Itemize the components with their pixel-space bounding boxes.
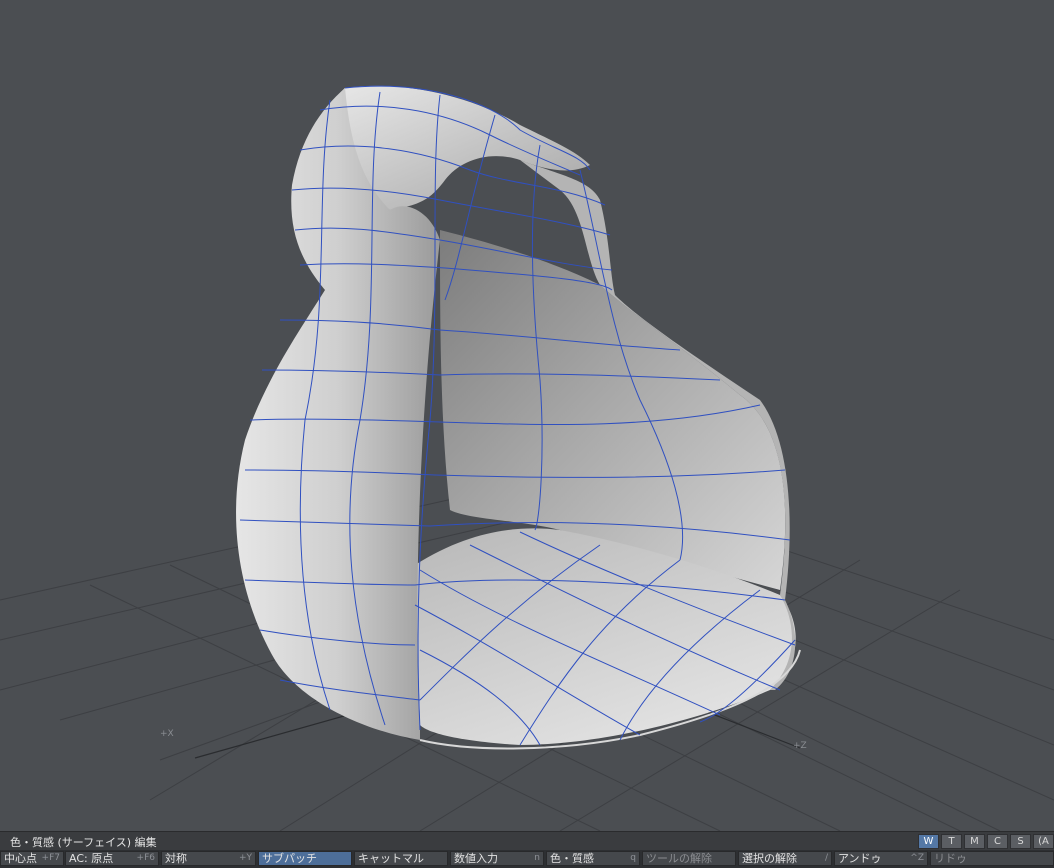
shortcut-label: +F6 xyxy=(136,853,155,863)
button-label: AC: 原点 xyxy=(69,852,114,865)
view-mode-buttons: W T M C S (A xyxy=(918,834,1054,849)
subpatch-button[interactable]: サブパッチ xyxy=(258,851,352,866)
drop-tool-button[interactable]: ツールの解除 xyxy=(642,851,736,866)
status-bar: 色・質感 (サーフェイス) 編集 W T M C S (A xyxy=(0,831,1054,850)
button-label: 選択の解除 xyxy=(742,852,797,865)
button-label: リドゥ xyxy=(934,852,967,865)
bottom-toolbar: 中心点 +F7 AC: 原点 +F6 対称 +Y サブパッチ キャットマル 数値… xyxy=(0,850,1054,868)
axis-label-z: +Z xyxy=(793,741,807,751)
mode-button-a[interactable]: (A xyxy=(1033,834,1054,849)
button-label: ツールの解除 xyxy=(646,852,712,865)
shortcut-label: +F7 xyxy=(41,853,60,863)
center-point-button[interactable]: 中心点 +F7 xyxy=(0,851,64,866)
symmetry-button[interactable]: 対称 +Y xyxy=(161,851,256,866)
shortcut-label: n xyxy=(534,853,540,863)
status-message: 色・質感 (サーフェイス) 編集 xyxy=(10,836,157,849)
button-label: キャットマル xyxy=(358,852,424,865)
viewport-canvas[interactable]: +X +Z xyxy=(0,0,1054,831)
chair-model[interactable] xyxy=(236,85,801,750)
shortcut-label: / xyxy=(824,853,828,863)
shortcut-label: q xyxy=(630,853,636,863)
shortcut-label: +Y xyxy=(238,853,252,863)
mode-button-m[interactable]: M xyxy=(964,834,985,849)
button-label: 数値入力 xyxy=(454,852,498,865)
catmull-button[interactable]: キャットマル xyxy=(354,851,448,866)
mode-button-t[interactable]: T xyxy=(941,834,962,849)
button-label: 色・質感 xyxy=(550,852,594,865)
3d-viewport[interactable]: +X +Z xyxy=(0,0,1054,831)
numeric-input-button[interactable]: 数値入力 n xyxy=(450,851,544,866)
redo-button[interactable]: リドゥ xyxy=(930,851,1054,866)
undo-button[interactable]: アンドゥ ^Z xyxy=(834,851,928,866)
button-label: 対称 xyxy=(165,852,187,865)
mode-button-s[interactable]: S xyxy=(1010,834,1031,849)
mode-button-c[interactable]: C xyxy=(987,834,1008,849)
button-label: 中心点 xyxy=(4,852,37,865)
button-label: サブパッチ xyxy=(262,852,317,865)
action-center-origin-button[interactable]: AC: 原点 +F6 xyxy=(65,851,159,866)
surface-editor-button[interactable]: 色・質感 q xyxy=(546,851,640,866)
shortcut-label: ^Z xyxy=(910,853,924,863)
deselect-button[interactable]: 選択の解除 / xyxy=(738,851,832,866)
axis-label-x: +X xyxy=(160,729,174,739)
mode-button-w[interactable]: W xyxy=(918,834,939,849)
button-label: アンドゥ xyxy=(838,852,882,865)
